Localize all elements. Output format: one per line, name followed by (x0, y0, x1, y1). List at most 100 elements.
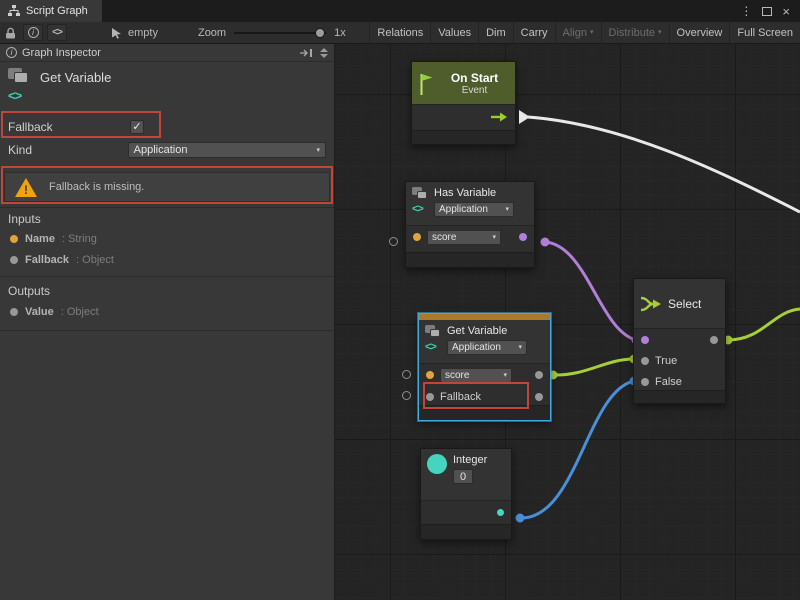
carry-button[interactable]: Carry (513, 22, 555, 43)
graph-canvas[interactable]: On Start Event <> (335, 44, 800, 600)
code-icon: <> (8, 88, 21, 103)
info-toggle-button[interactable]: i (23, 24, 43, 41)
node-title: Has Variable (434, 187, 514, 199)
window-menu-icon[interactable]: ⋮ (740, 5, 752, 17)
input-port-row: Fallback : Object (10, 254, 114, 266)
code-icon: <> (52, 27, 62, 38)
divider (0, 207, 334, 208)
scroll-down-icon[interactable] (320, 54, 328, 58)
zoom-label: Zoom (198, 27, 226, 39)
zoom-value: 1x (334, 27, 346, 39)
values-button[interactable]: Values (430, 22, 478, 43)
node-subtitle: Event (462, 85, 488, 96)
divider (0, 330, 334, 331)
selection-cursor-icon (111, 27, 123, 39)
variable-name-dropdown[interactable]: score ▾ (427, 230, 501, 245)
variable-name-dropdown[interactable]: score ▾ (440, 368, 512, 383)
dropdown-arrow-icon: ▾ (590, 29, 594, 36)
maximize-icon[interactable] (762, 7, 772, 16)
condition-port[interactable] (641, 336, 649, 344)
kind-dropdown[interactable]: Application ▾ (128, 142, 326, 158)
dim-button[interactable]: Dim (478, 22, 513, 43)
port-dot-object (10, 256, 18, 264)
scroll-up-icon[interactable] (320, 48, 328, 52)
connection-wires (335, 44, 800, 600)
overview-button[interactable]: Overview (669, 22, 730, 43)
pin-panel-icon[interactable] (299, 48, 314, 58)
inspected-node-title: Get Variable (40, 70, 111, 107)
code-icon: <> (412, 203, 423, 215)
selection-output-port[interactable] (710, 336, 718, 344)
variables-icon (412, 187, 428, 200)
selection-status-label: empty (128, 27, 158, 39)
output-port-row: Value : Object (10, 306, 99, 318)
graph-toolbar: i <> empty Zoom 1x Relations Values Dim … (0, 22, 800, 44)
warning-box: ! Fallback is missing. (4, 172, 330, 202)
node-title: On Start (451, 71, 498, 85)
dropdown-arrow-icon: ▾ (518, 344, 522, 351)
distribute-button: Distribute▾ (601, 22, 669, 43)
name-port[interactable] (426, 371, 434, 379)
integer-output-port[interactable] (497, 509, 504, 516)
code-preview-button[interactable]: <> (47, 24, 67, 41)
fallback-label: Fallback (8, 120, 130, 134)
false-port[interactable] (641, 378, 649, 386)
node-get-variable[interactable]: <> Get Variable Application ▾ score ▾ (418, 313, 551, 421)
integer-icon (427, 454, 447, 474)
tab-label: Script Graph (26, 5, 88, 17)
kind-setting-row: Kind Application ▾ (0, 141, 334, 159)
port-dot-string (10, 235, 18, 243)
false-port-label: False (655, 376, 682, 388)
flow-output-port[interactable] (519, 110, 530, 124)
fallback-port-label: Fallback (440, 391, 481, 403)
graph-icon (8, 5, 20, 17)
node-on-start[interactable]: On Start Event (411, 61, 516, 145)
inputs-header: Inputs (8, 212, 41, 226)
zoom-slider[interactable] (234, 32, 326, 34)
dropdown-arrow-icon: ▾ (492, 234, 496, 241)
dropdown-arrow-icon: ▾ (505, 206, 509, 213)
true-port-label: True (655, 355, 677, 367)
fallback-setting-row: Fallback ✓ (0, 116, 334, 138)
variable-kind-dropdown[interactable]: Application ▾ (434, 202, 514, 217)
node-integer[interactable]: Integer 0 (420, 448, 512, 540)
graph-inspector-panel: i Graph Inspector <> Get Variable F (0, 44, 335, 600)
script-graph-window: Script Graph ⋮ × i <> empty Zoom (0, 0, 800, 600)
panel-scroll-buttons[interactable] (320, 48, 328, 58)
flow-arrow-icon (490, 111, 508, 123)
kind-value: Application (134, 144, 188, 156)
node-title: Integer (453, 454, 487, 466)
result-port[interactable] (519, 233, 527, 241)
inspected-node-header: <> Get Variable (0, 64, 334, 112)
input-port-row: Name : String (10, 233, 97, 245)
title-bar: Script Graph ⋮ × (0, 0, 800, 22)
unconnected-port-circle[interactable] (402, 391, 411, 400)
info-icon: i (28, 27, 39, 38)
unconnected-port-circle[interactable] (402, 370, 411, 379)
unconnected-port-circle[interactable] (389, 237, 398, 246)
relations-button[interactable]: Relations (369, 22, 430, 43)
inspector-title: Graph Inspector (22, 47, 101, 59)
tab-script-graph[interactable]: Script Graph (0, 0, 102, 22)
node-title: Select (668, 297, 701, 311)
node-has-variable[interactable]: <> Has Variable Application ▾ score ▾ (405, 181, 535, 268)
close-icon[interactable]: × (782, 5, 790, 18)
check-icon: ✓ (132, 122, 141, 133)
zoom-slider-handle[interactable] (315, 28, 325, 38)
warning-text: Fallback is missing. (49, 181, 144, 193)
dropdown-arrow-icon: ▾ (316, 147, 320, 154)
fallback-port[interactable] (426, 393, 434, 401)
full-screen-button[interactable]: Full Screen (729, 22, 800, 43)
integer-value-input[interactable]: 0 (453, 469, 473, 484)
variable-kind-dropdown[interactable]: Application ▾ (447, 340, 527, 355)
value-output-port[interactable] (535, 371, 543, 379)
lock-icon[interactable] (0, 22, 21, 43)
secondary-port[interactable] (535, 393, 543, 401)
kind-label: Kind (8, 143, 128, 157)
name-port[interactable] (413, 233, 421, 241)
code-icon: <> (425, 341, 436, 353)
outputs-header: Outputs (8, 284, 50, 298)
true-port[interactable] (641, 357, 649, 365)
fallback-checkbox[interactable]: ✓ (130, 120, 144, 134)
node-select[interactable]: Select True False (633, 278, 726, 404)
